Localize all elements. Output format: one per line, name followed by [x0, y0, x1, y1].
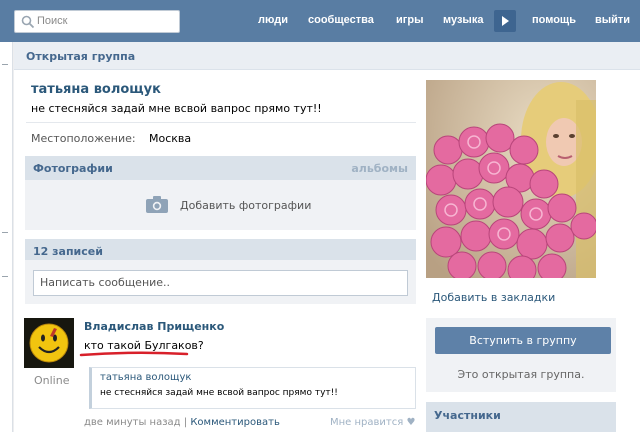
nav-music[interactable]: музыка [443, 14, 483, 30]
nav-games[interactable]: игры [396, 14, 423, 30]
post-time: две минуты назад [84, 417, 181, 428]
location-label: Местоположение: [31, 132, 136, 145]
add-bookmark-link[interactable]: Добавить в закладки [432, 291, 555, 304]
profile-photo-illustration [426, 80, 596, 278]
open-group-note: Это открытая группа. [457, 368, 585, 381]
comment-link[interactable]: Комментировать [190, 417, 280, 428]
quote-author[interactable]: татьяна волощук [100, 372, 191, 383]
like-label: Мне нравится [330, 417, 404, 428]
search-icon [21, 15, 35, 29]
post-author[interactable]: Владислав Прищенко [84, 320, 224, 333]
photos-title[interactable]: Фотографии [33, 162, 113, 175]
post-meta: две минуты назад | Комментировать [84, 417, 280, 428]
divider [26, 122, 416, 123]
nav-communities[interactable]: сообщества [308, 14, 374, 30]
meta-divider: | [183, 417, 188, 428]
top-bar: Поиск люди сообщества игры музыка помощь… [0, 0, 640, 42]
online-status: Online [34, 374, 70, 387]
left-sidebar-edge [0, 42, 13, 432]
main-content: Открытая группа татьяна волощук не стесн… [14, 42, 640, 432]
message-input[interactable]: Написать сообщение.. [33, 270, 408, 296]
location-value[interactable]: Москва [149, 132, 191, 145]
wall-count[interactable]: 12 записей [33, 245, 103, 258]
members-title[interactable]: Участники [434, 409, 501, 422]
group-type-label: Открытая группа [26, 50, 136, 63]
nav-help[interactable]: помощь [532, 14, 576, 30]
red-underline-annotation [79, 351, 189, 357]
smiley-icon [24, 318, 74, 368]
quote-text: не стесняйся задай мне всвой вапрос прям… [100, 388, 338, 398]
group-photo[interactable] [426, 80, 596, 278]
message-area: Написать сообщение.. [25, 260, 416, 304]
nav-logout[interactable]: выйти [595, 14, 630, 30]
heart-icon: ♥ [406, 417, 416, 428]
play-icon[interactable] [494, 10, 516, 32]
photos-area: Добавить фотографии [25, 180, 416, 230]
like-button[interactable]: Мне нравится ♥ [330, 417, 415, 428]
quoted-post: татьяна волощук не стесняйся задай мне в… [89, 367, 416, 409]
join-box: Вступить в группу Это открытая группа. [426, 318, 616, 392]
nav-people[interactable]: люди [258, 14, 288, 30]
albums-link[interactable]: альбомы [351, 162, 408, 175]
search-input[interactable]: Поиск [14, 10, 180, 33]
photos-section-header: Фотографии альбомы [25, 156, 416, 180]
group-status: не стесняйся задай мне всвой вапрос прям… [31, 102, 322, 115]
add-photos-link[interactable]: Добавить фотографии [180, 199, 311, 212]
group-type-header: Открытая группа [14, 42, 640, 70]
group-name: татьяна волощук [31, 82, 161, 97]
members-section-header: Участники [426, 402, 616, 432]
search-placeholder: Поиск [37, 15, 68, 27]
join-group-button[interactable]: Вступить в группу [435, 327, 611, 354]
avatar[interactable] [24, 318, 74, 368]
camera-icon[interactable] [146, 196, 168, 213]
